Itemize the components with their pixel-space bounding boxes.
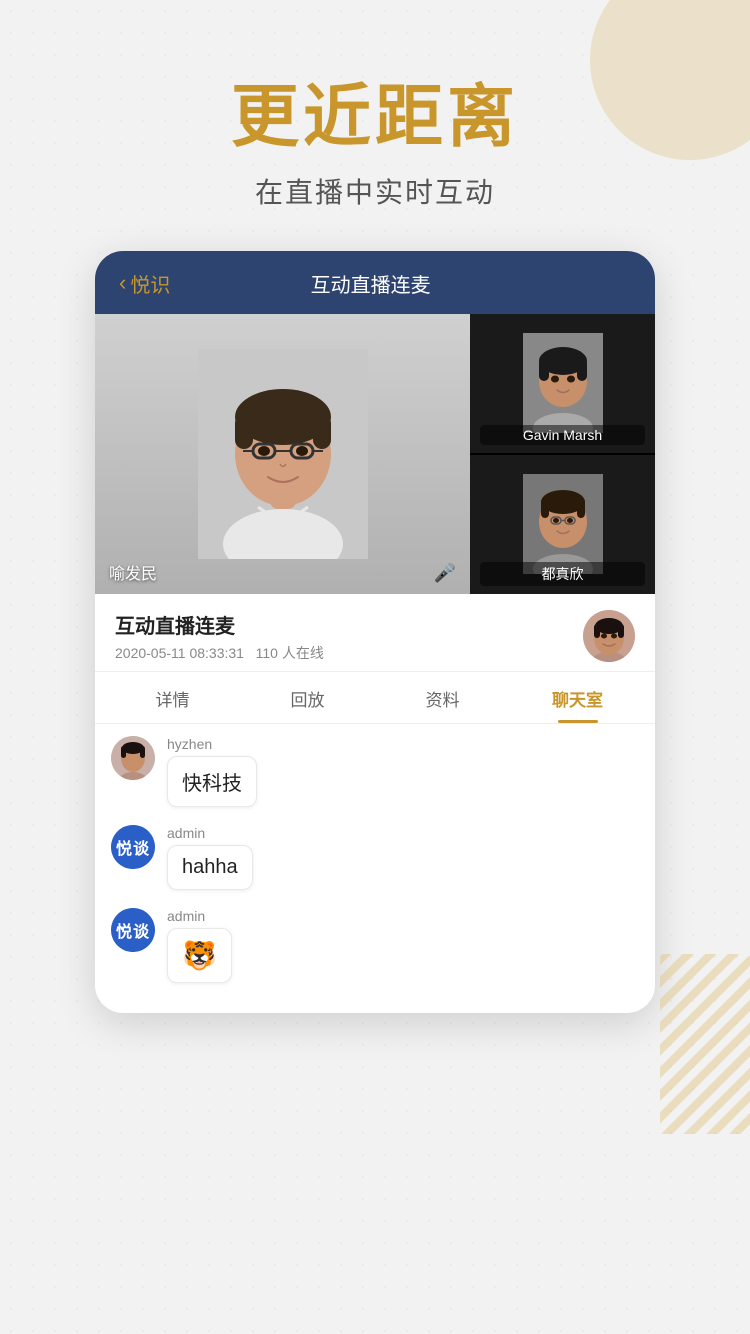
phone-mockup: ‹ 悦识 互动直播连麦 — [95, 251, 655, 1013]
back-chevron-icon: ‹ — [119, 270, 126, 296]
side-video-1-label: Gavin Marsh — [480, 425, 645, 445]
video-small-2: 都真欣 — [470, 455, 655, 594]
main-video-label: 喻发民 — [109, 560, 157, 584]
hero-title: 更近距离 — [0, 80, 750, 155]
chat-bubble-2: hahha — [167, 845, 253, 890]
main-video-feed — [95, 314, 470, 594]
hero-section: 更近距离 在直播中实时互动 — [0, 0, 750, 251]
chat-username-1: hyzhen — [167, 736, 639, 752]
info-viewers: 110 人在线 — [256, 645, 324, 661]
back-label: 悦识 — [130, 269, 170, 298]
video-grid: 喻发民 🎤 — [95, 314, 655, 594]
video-small-1: Gavin Marsh — [470, 314, 655, 453]
chat-item-3: 悦谈 admin 🐯 — [111, 908, 639, 983]
phone-header: ‹ 悦识 互动直播连麦 — [95, 251, 655, 314]
chat-username-3: admin — [167, 908, 639, 924]
chat-content-3: admin 🐯 — [167, 908, 639, 983]
hero-subtitle: 在直播中实时互动 — [0, 171, 750, 211]
chat-avatar-1 — [111, 736, 155, 780]
info-date: 2020-05-11 08:33:31 — [115, 645, 244, 661]
tab-chat[interactable]: 聊天室 — [510, 672, 645, 723]
back-button[interactable]: ‹ 悦识 — [119, 269, 170, 298]
chat-list: hyzhen 快科技 悦谈 admin hahha 悦谈 admin 🐯 — [95, 724, 655, 1013]
host-avatar — [583, 610, 635, 662]
tab-details[interactable]: 详情 — [105, 672, 240, 723]
chat-item-2: 悦谈 admin hahha — [111, 825, 639, 890]
side-video-2-label: 都真欣 — [480, 562, 645, 586]
header-title: 互动直播连麦 — [170, 269, 571, 298]
info-meta: 2020-05-11 08:33:31 110 人在线 — [115, 643, 583, 663]
tab-replay[interactable]: 回放 — [240, 672, 375, 723]
tab-materials[interactable]: 资料 — [375, 672, 510, 723]
tabs-row: 详情 回放 资料 聊天室 — [95, 671, 655, 724]
stripe-decoration — [660, 954, 750, 1134]
video-main: 喻发民 🎤 — [95, 314, 470, 594]
video-side-panel: Gavin Marsh — [470, 314, 655, 594]
chat-item-1: hyzhen 快科技 — [111, 736, 639, 807]
info-row: 互动直播连麦 2020-05-11 08:33:31 110 人在线 — [95, 594, 655, 671]
chat-username-2: admin — [167, 825, 639, 841]
chat-bubble-3: 🐯 — [167, 928, 232, 983]
info-text: 互动直播连麦 2020-05-11 08:33:31 110 人在线 — [115, 610, 583, 663]
chat-avatar-3: 悦谈 — [111, 908, 155, 952]
chat-content-1: hyzhen 快科技 — [167, 736, 639, 807]
yueshi-badge-2: 悦谈 — [111, 825, 155, 869]
chat-avatar-2: 悦谈 — [111, 825, 155, 869]
chat-content-2: admin hahha — [167, 825, 639, 890]
yueshi-badge-3: 悦谈 — [111, 908, 155, 952]
mic-icon: 🎤 — [434, 563, 456, 584]
chat-bubble-1: 快科技 — [167, 756, 257, 807]
info-title: 互动直播连麦 — [115, 610, 583, 639]
